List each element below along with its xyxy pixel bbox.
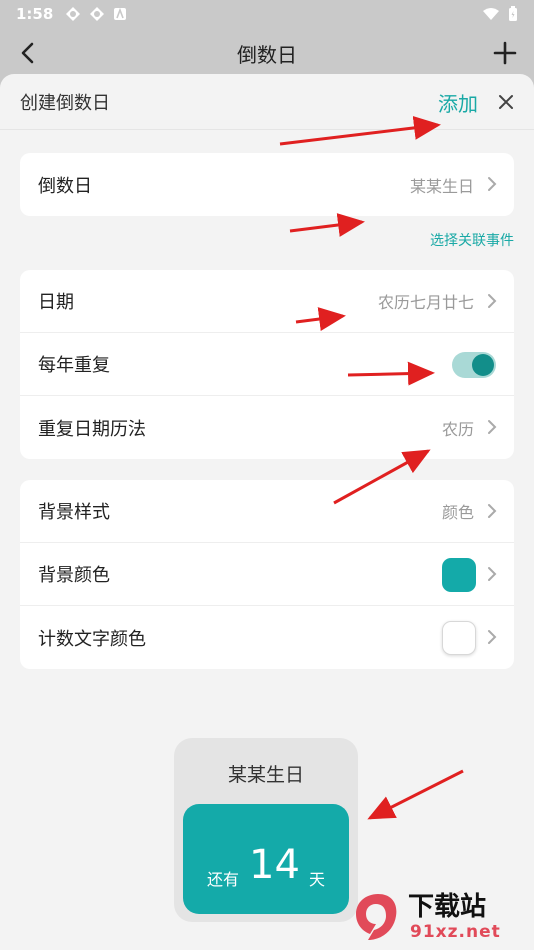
watermark: 下载站 91xz.net <box>348 884 528 948</box>
annotation-arrow <box>333 449 431 505</box>
watermark-url: 91xz.net <box>410 922 501 942</box>
annotation-arrow <box>279 115 441 146</box>
annotation-arrows <box>279 115 464 820</box>
annotation-arrow <box>367 769 464 820</box>
annotation-arrow <box>295 307 346 331</box>
annotation-arrow <box>289 213 365 237</box>
watermark-text: 下载站 <box>408 892 487 922</box>
annotation-arrow <box>347 361 435 386</box>
watermark-logo-icon <box>356 894 397 940</box>
